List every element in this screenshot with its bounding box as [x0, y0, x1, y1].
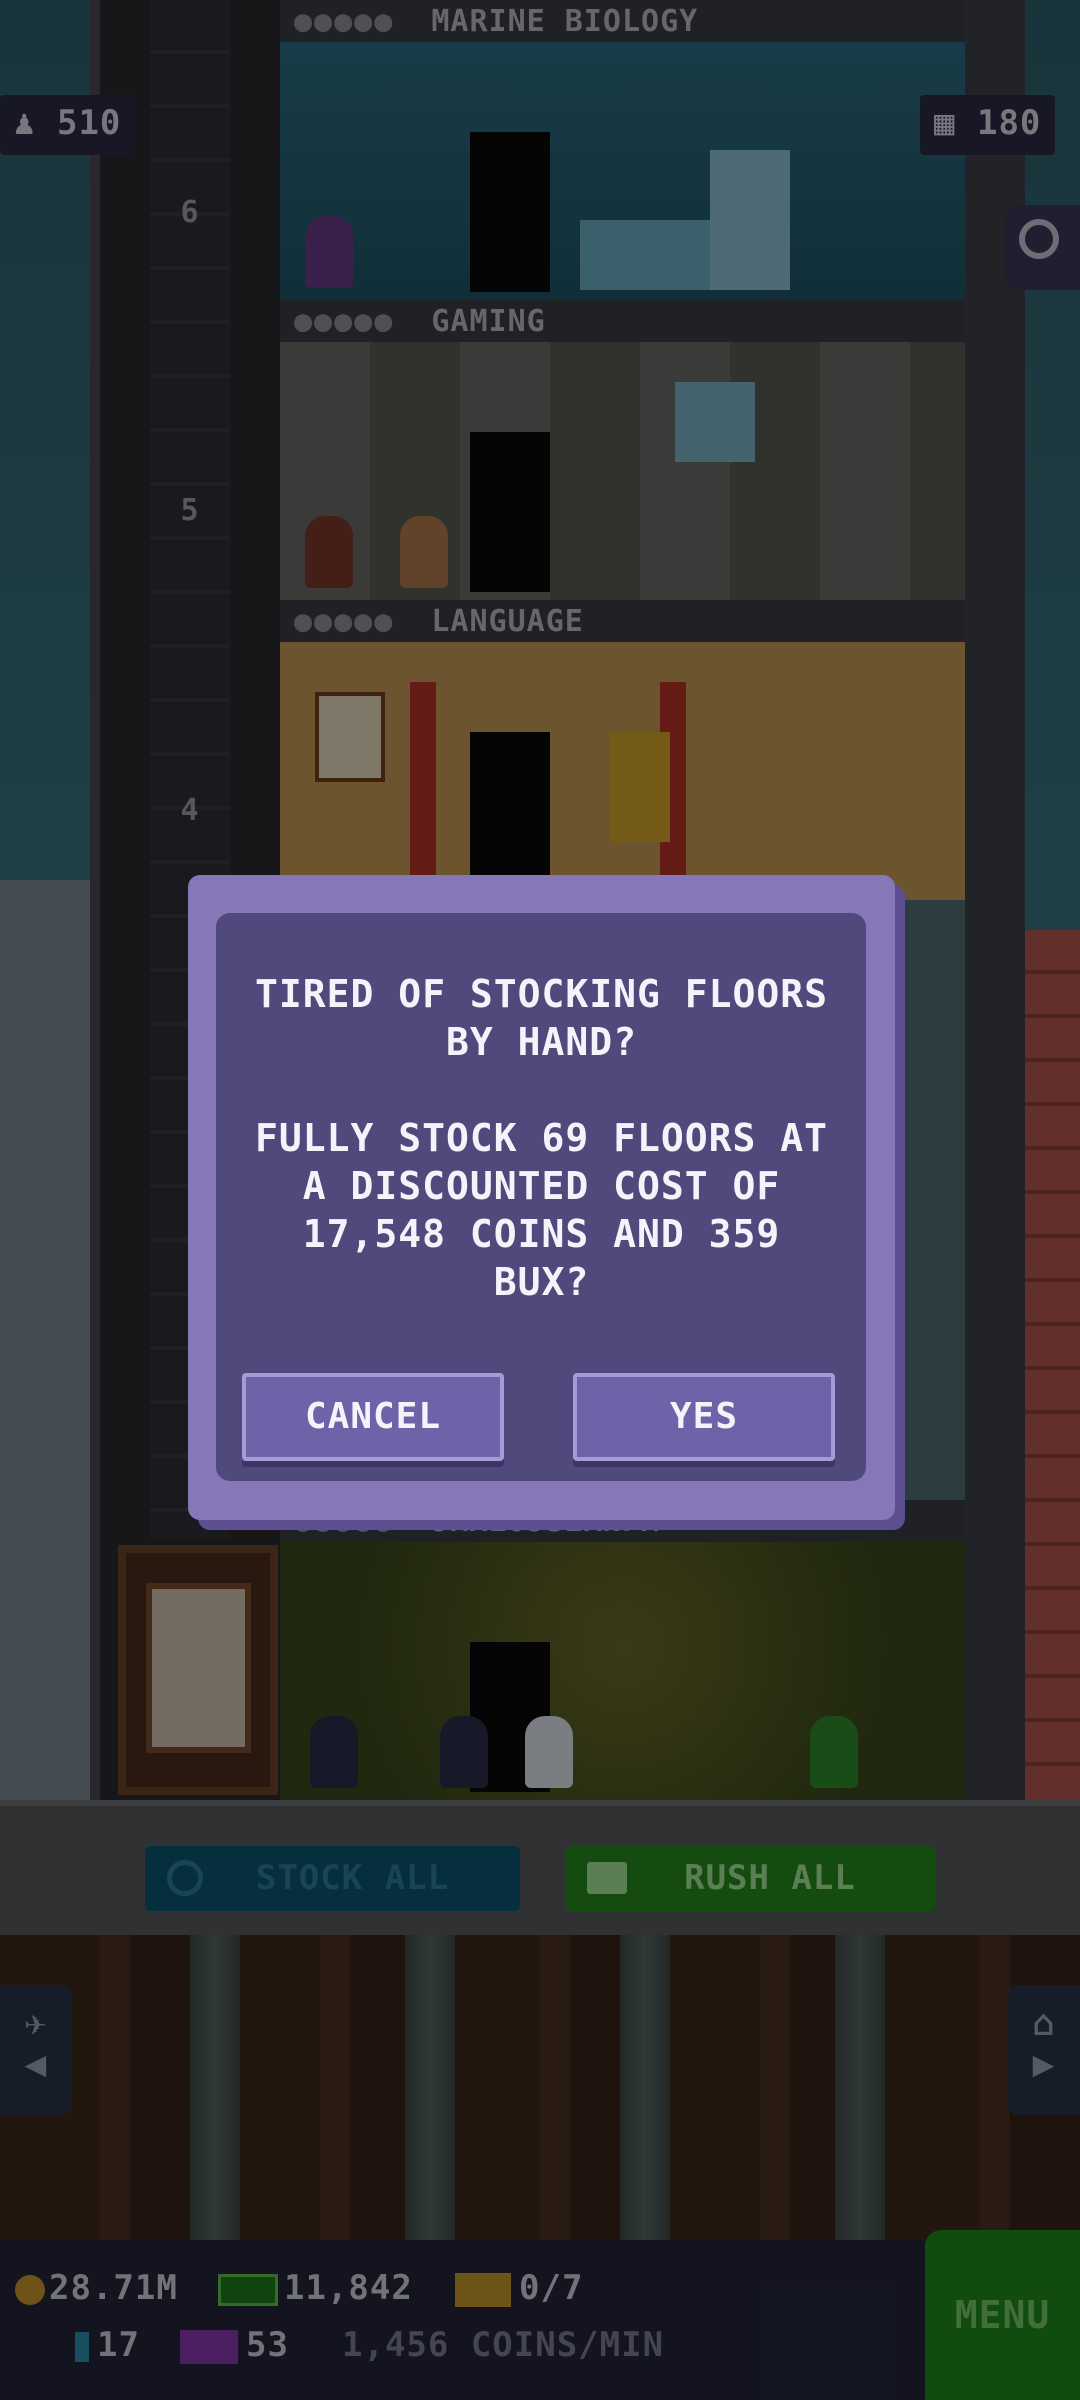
- yes-button[interactable]: YES: [573, 1373, 835, 1461]
- cancel-button[interactable]: CANCEL: [242, 1373, 504, 1461]
- dialog-message: TIRED OF STOCKING FLOORS BY HAND? FULLY …: [254, 972, 829, 1304]
